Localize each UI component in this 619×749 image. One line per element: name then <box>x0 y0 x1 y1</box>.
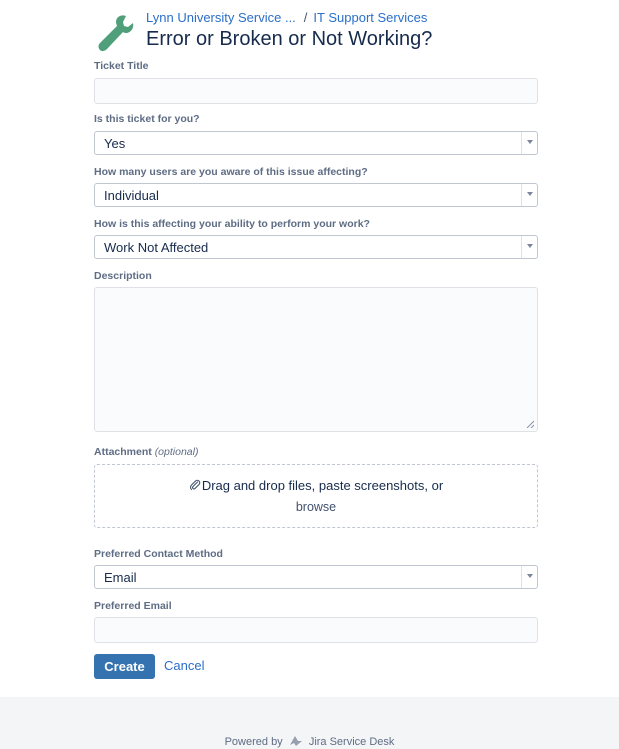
description-label: Description <box>94 270 152 282</box>
for-you-label: Is this ticket for you? <box>94 113 200 125</box>
ticket-title-input[interactable] <box>94 78 538 104</box>
browse-link[interactable]: browse <box>95 500 537 514</box>
attachment-optional-text: (optional) <box>154 446 199 458</box>
description-textarea[interactable] <box>94 287 538 432</box>
breadcrumb-current-link[interactable]: IT Support Services <box>313 10 427 25</box>
breadcrumb-separator: / <box>303 10 308 25</box>
preferred-email-label: Preferred Email <box>94 600 172 612</box>
page-header: Lynn University Service ... / IT Support S… <box>90 8 550 54</box>
for-you-dropdown-toggle[interactable] <box>521 132 537 154</box>
preferred-email-input[interactable] <box>94 617 538 643</box>
chevron-down-icon <box>527 192 533 196</box>
ticket-title-label: Ticket Title <box>94 60 149 72</box>
impact-label: How is this affecting your ability to pe… <box>94 218 370 230</box>
contact-method-value: Email <box>104 570 137 585</box>
chevron-down-icon <box>527 574 533 578</box>
powered-by-product[interactable]: Jira Service Desk <box>309 736 395 748</box>
users-label: How many users are you aware of this iss… <box>94 166 368 178</box>
impact-value: Work Not Affected <box>104 240 209 255</box>
powered-by-prefix: Powered by <box>224 736 283 748</box>
attachment-dropzone[interactable]: Drag and drop files, paste screenshots, … <box>94 464 538 528</box>
users-select[interactable]: Individual <box>94 183 538 207</box>
breadcrumb: Lynn University Service ... / IT Support S… <box>146 10 427 25</box>
cancel-link[interactable]: Cancel <box>164 658 204 673</box>
attachment-label-text: Attachment <box>94 446 152 458</box>
attachment-label: Attachment (optional) <box>94 446 198 458</box>
footer: Powered by Jira Service Desk <box>0 697 619 749</box>
contact-method-label: Preferred Contact Method <box>94 548 223 560</box>
jira-service-desk-logo-icon <box>289 736 302 746</box>
chevron-down-icon <box>527 140 533 144</box>
page-title: Error or Broken or Not Working? <box>146 28 433 50</box>
dropzone-text-line: Drag and drop files, paste screenshots, … <box>95 478 537 493</box>
for-you-value: Yes <box>104 136 126 151</box>
contact-method-select[interactable]: Email <box>94 565 538 589</box>
dropzone-text: Drag and drop files, paste screenshots, … <box>201 478 444 493</box>
users-value: Individual <box>104 188 159 203</box>
impact-select[interactable]: Work Not Affected <box>94 235 538 259</box>
impact-dropdown-toggle[interactable] <box>521 236 537 258</box>
for-you-select[interactable]: Yes <box>94 131 538 155</box>
contact-method-dropdown-toggle[interactable] <box>521 566 537 588</box>
resize-handle-icon[interactable] <box>526 420 534 428</box>
create-button[interactable]: Create <box>94 654 155 679</box>
chevron-down-icon <box>527 244 533 248</box>
wrench-icon <box>98 15 134 52</box>
breadcrumb-parent-link[interactable]: Lynn University Service ... <box>146 10 296 25</box>
users-dropdown-toggle[interactable] <box>521 184 537 206</box>
paperclip-icon <box>189 479 201 491</box>
powered-by: Powered by Jira Service Desk <box>0 735 619 748</box>
